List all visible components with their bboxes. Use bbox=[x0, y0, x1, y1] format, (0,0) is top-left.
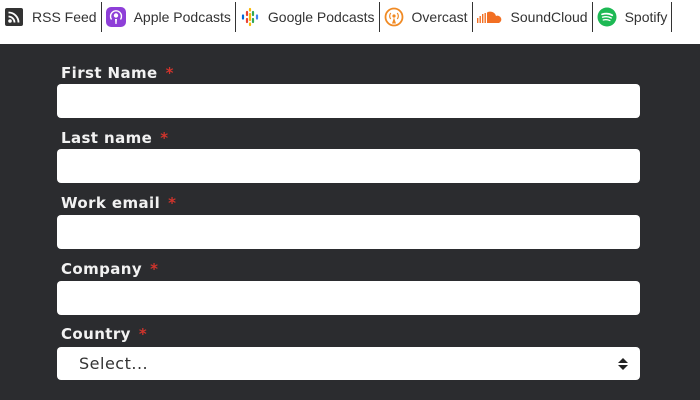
required-marker: * bbox=[150, 260, 159, 278]
spotify-icon bbox=[597, 7, 617, 27]
google-podcasts-label: Google Podcasts bbox=[267, 9, 375, 25]
overcast-icon bbox=[384, 7, 404, 27]
work-email-input[interactable] bbox=[57, 215, 640, 249]
required-marker: * bbox=[168, 194, 177, 212]
overcast-link[interactable]: Overcast bbox=[380, 2, 473, 32]
required-marker: * bbox=[138, 325, 148, 343]
soundcloud-label: SoundCloud bbox=[510, 9, 588, 25]
rss-feed-link[interactable]: RSS Feed bbox=[0, 2, 102, 32]
company-label: Company * bbox=[61, 260, 159, 278]
soundcloud-icon bbox=[476, 7, 503, 27]
last-name-label: Last name * bbox=[61, 129, 169, 147]
rss-feed-label: RSS Feed bbox=[32, 9, 97, 25]
country-select-value: Select... bbox=[79, 354, 149, 373]
first-name-label: First Name * bbox=[61, 64, 174, 82]
apple-podcasts-label: Apple Podcasts bbox=[133, 9, 231, 25]
spotify-link[interactable]: Spotify bbox=[593, 2, 673, 32]
first-name-input[interactable] bbox=[57, 84, 640, 118]
last-name-input[interactable] bbox=[57, 149, 640, 183]
country-select[interactable]: Select... bbox=[57, 347, 640, 380]
podcast-links: RSS Feed Apple Podcasts Google Podcasts … bbox=[0, 0, 673, 34]
required-marker: * bbox=[160, 129, 169, 147]
google-podcasts-icon bbox=[240, 7, 260, 27]
company-input[interactable] bbox=[57, 281, 640, 315]
soundcloud-link[interactable]: SoundCloud bbox=[473, 2, 593, 32]
google-podcasts-link[interactable]: Google Podcasts bbox=[236, 2, 380, 32]
country-label: Country * bbox=[61, 325, 148, 343]
work-email-label: Work email * bbox=[61, 194, 177, 212]
rss-icon bbox=[4, 7, 24, 27]
podcast-links-bar: RSS Feed Apple Podcasts Google Podcasts … bbox=[0, 0, 700, 44]
overcast-label: Overcast bbox=[411, 9, 468, 25]
signup-form: First Name * Last name * Work email * Compa… bbox=[0, 44, 700, 400]
select-arrows-icon bbox=[618, 357, 628, 370]
required-marker: * bbox=[165, 64, 174, 82]
spotify-label: Spotify bbox=[624, 9, 668, 25]
apple-podcasts-icon bbox=[105, 7, 126, 27]
apple-podcasts-link[interactable]: Apple Podcasts bbox=[102, 2, 236, 32]
